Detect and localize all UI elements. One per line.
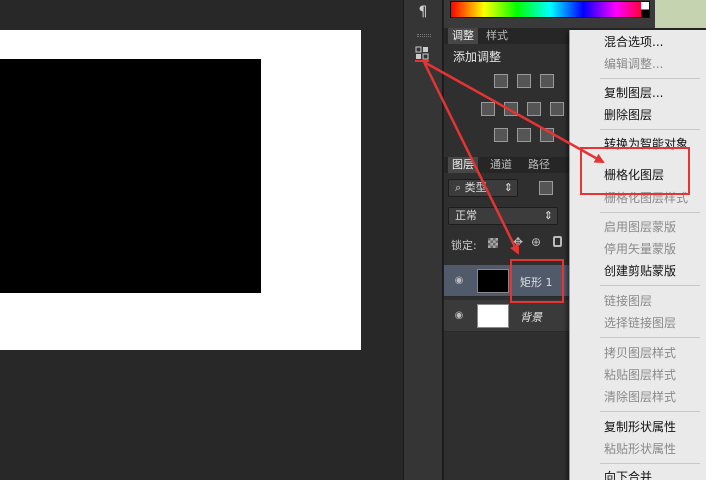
black-white-icon[interactable] [527, 102, 541, 116]
menu-separator [600, 285, 700, 286]
layer-thumbnail [477, 304, 509, 328]
lock-position-icon[interactable]: ⊕ [531, 235, 541, 249]
menu-item-rasterize-layer-style: 栅格化图层样式 [604, 191, 689, 205]
tab-layers[interactable]: 图层 [448, 157, 478, 173]
paragraph-icon[interactable]: ¶ [416, 2, 430, 22]
menu-item-paste-shape-attributes: 粘贴形状属性 [604, 442, 677, 456]
hue-saturation-icon[interactable] [481, 102, 495, 116]
menu-item-edit-adjustment: 编辑调整... [604, 57, 664, 71]
menu-separator [600, 463, 700, 464]
blend-mode-select[interactable]: 正常 ⇕ [448, 207, 558, 225]
swatch-area [655, 0, 706, 28]
tab-channels[interactable]: 通道 [486, 157, 516, 173]
chevron-updown-icon: ⇕ [503, 181, 513, 194]
menu-item-rasterize-layer[interactable]: 栅格化图层 [604, 166, 664, 184]
menu-separator [600, 129, 700, 130]
document-canvas[interactable] [0, 0, 403, 480]
gradient-map-icon[interactable] [517, 128, 531, 142]
lock-label: 锁定: [451, 239, 477, 252]
layer-thumbnail [477, 269, 509, 293]
chevron-updown-icon: ⇕ [543, 209, 553, 222]
layer-row-rectangle[interactable]: ◉ 矩形 1 [444, 265, 569, 297]
filter-kind-value: 类型 [464, 181, 487, 194]
black-rectangle-shape[interactable] [0, 59, 261, 293]
menu-separator [600, 337, 700, 338]
levels-icon[interactable] [517, 74, 531, 88]
menu-item-disable-vector-mask: 停用矢量蒙版 [604, 242, 677, 256]
menu-item-blending-options[interactable]: 混合选项... [604, 33, 663, 51]
visibility-eye-icon[interactable]: ◉ [453, 310, 465, 322]
curves-icon[interactable] [540, 74, 554, 88]
collapsed-panel-strip [403, 0, 443, 480]
selective-color-icon[interactable] [540, 128, 554, 142]
lock-all-icon[interactable] [553, 236, 562, 247]
menu-item-delete-layer[interactable]: 删除图层 [604, 106, 652, 124]
panel-grip[interactable] [417, 34, 431, 37]
layer-context-menu: 混合选项... 编辑调整... 复制图层... 删除图层 转换为智能对象 栅格化… [569, 30, 706, 480]
menu-item-select-linked-layers: 选择链接图层 [604, 316, 677, 330]
tab-adjustments[interactable]: 调整 [448, 28, 478, 44]
adjustments-title: 添加调整 [453, 50, 502, 64]
photo-filter-icon[interactable] [550, 102, 564, 116]
menu-separator [600, 212, 700, 213]
image-filter-icon[interactable] [539, 181, 553, 195]
search-icon: ⌕ [455, 181, 465, 194]
menu-item-link-layers: 链接图层 [604, 294, 653, 308]
tab-styles[interactable]: 样式 [482, 28, 512, 44]
adjustments-panel-icon[interactable] [415, 44, 431, 62]
menu-item-paste-layer-style: 粘贴图层样式 [604, 368, 677, 382]
menu-separator [600, 78, 700, 79]
lock-transparent-icon[interactable] [488, 238, 498, 248]
menu-item-convert-smart-object[interactable]: 转换为智能对象 [604, 135, 688, 153]
layer-filter-select[interactable]: ⌕ 类型 ⇕ [448, 179, 518, 197]
color-spectrum[interactable] [450, 1, 650, 18]
menu-item-copy-layer-style: 拷贝图层样式 [604, 346, 677, 360]
menu-item-merge-down[interactable]: 向下合并 [604, 468, 652, 480]
invert-icon[interactable] [494, 128, 508, 142]
brightness-icon[interactable] [494, 74, 508, 88]
lock-move-icon[interactable]: ✥ [513, 235, 523, 249]
layer-row-background[interactable]: ◉ 背景 [444, 300, 569, 332]
blend-mode-value: 正常 [455, 209, 477, 222]
tab-paths[interactable]: 路径 [524, 157, 554, 173]
menu-item-duplicate-layer[interactable]: 复制图层... [604, 84, 663, 102]
menu-item-clear-layer-style: 清除图层样式 [604, 390, 677, 404]
menu-item-copy-shape-attributes[interactable]: 复制形状属性 [604, 418, 676, 436]
menu-item-create-clipping-mask[interactable]: 创建剪贴蒙版 [604, 262, 676, 280]
black-white-swatch[interactable] [641, 2, 649, 17]
visibility-eye-icon[interactable]: ◉ [453, 275, 465, 287]
layer-name[interactable]: 矩形 1 [520, 274, 553, 290]
color-balance-icon[interactable] [504, 102, 518, 116]
menu-item-enable-layer-mask: 启用图层蒙版 [604, 220, 677, 234]
menu-separator [600, 411, 700, 412]
layer-name[interactable]: 背景 [520, 309, 542, 325]
